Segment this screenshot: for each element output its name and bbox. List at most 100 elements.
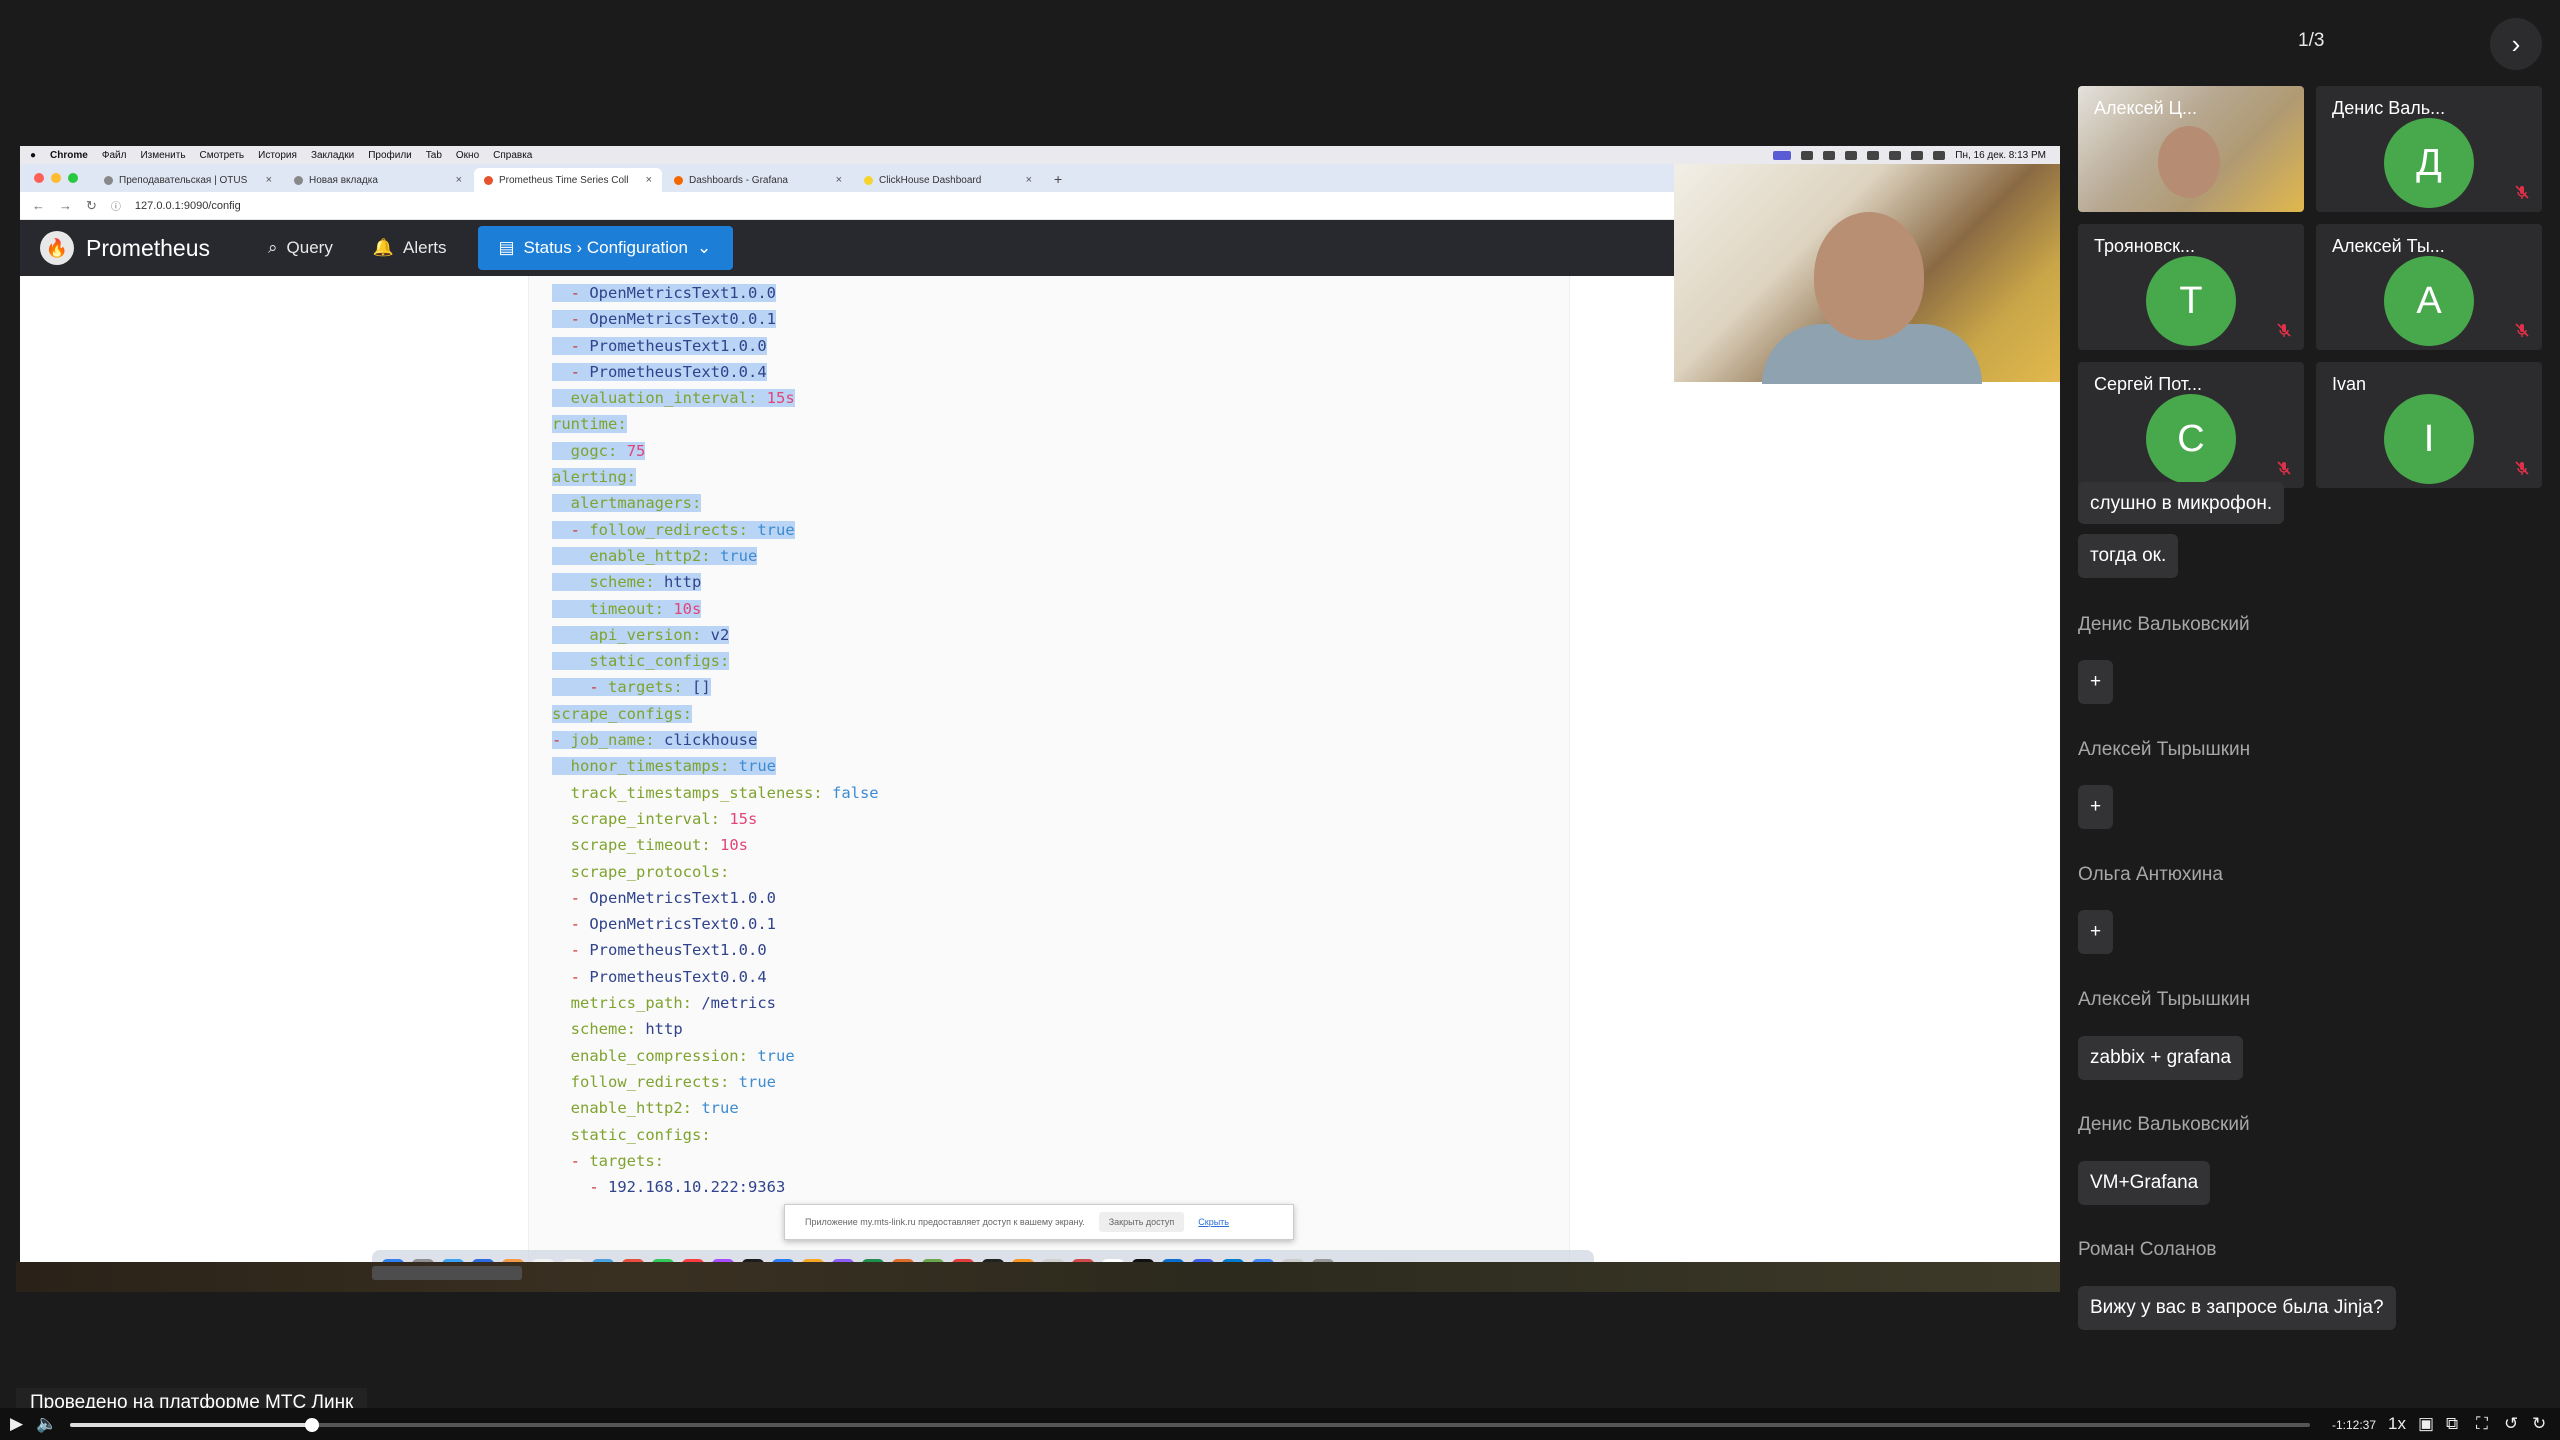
- rewind-icon[interactable]: ↺: [2504, 1414, 2518, 1434]
- config-line: - PrometheusText1.0.0: [552, 333, 879, 359]
- config-line: - OpenMetricsText0.0.1: [552, 306, 879, 332]
- chat-message: слушно в микрофон.: [2078, 482, 2285, 524]
- speed-button[interactable]: 1x: [2388, 1414, 2406, 1434]
- avatar: Д: [2384, 118, 2474, 208]
- pip-icon[interactable]: ▣: [2418, 1414, 2434, 1434]
- config-line: - PrometheusText1.0.0: [570, 941, 767, 960]
- progress-knob[interactable]: [304, 1418, 319, 1432]
- menu-item: Смотреть: [199, 149, 245, 161]
- mac-menu-bar: ● Chrome Файл Изменить Смотреть История …: [20, 146, 2060, 164]
- mic-muted-icon: [2515, 323, 2529, 337]
- close-tab-icon[interactable]: ×: [1026, 174, 1032, 186]
- config-line: follow_redirects: true: [570, 1072, 776, 1091]
- config-line: - targets: []: [552, 674, 879, 700]
- hide-notice-link[interactable]: Скрыть: [1198, 1217, 1229, 1227]
- chat-author: Алексей Тырышкин: [2078, 989, 2251, 1010]
- zoom-window-icon[interactable]: [68, 173, 78, 183]
- participant-tile[interactable]: Алексей Ты... А: [2316, 224, 2542, 350]
- url-field[interactable]: 127.0.0.1:9090/config: [135, 200, 241, 212]
- participant-name: Ivan: [2332, 374, 2367, 394]
- menu-item: Изменить: [140, 149, 186, 161]
- layout-icon[interactable]: ⧉: [2446, 1414, 2458, 1434]
- config-line: - OpenMetricsText1.0.0: [552, 280, 879, 306]
- avatar: А: [2384, 256, 2474, 346]
- config-line: - PrometheusText0.0.4: [552, 359, 879, 385]
- participant-tile[interactable]: Сергей Пот... С: [2078, 362, 2304, 488]
- participant-name: Трояновск...: [2094, 236, 2195, 256]
- browser-tab[interactable]: Преподавательская | OTUS ×: [94, 168, 282, 192]
- browser-tab[interactable]: Dashboards - Grafana ×: [664, 168, 852, 192]
- participant-tile[interactable]: Трояновск... Т: [2078, 224, 2304, 350]
- menu-item: Chrome: [50, 149, 88, 161]
- browser-tab[interactable]: ClickHouse Dashboard ×: [854, 168, 1042, 192]
- config-line: static_configs:: [552, 648, 879, 674]
- forward-icon[interactable]: →: [59, 198, 72, 213]
- fullscreen-icon[interactable]: ⛶: [2476, 1414, 2488, 1434]
- chat-author: Денис Вальковский: [2078, 614, 2250, 635]
- config-line: track_timestamps_staleness: false: [570, 783, 879, 802]
- config-line: - PrometheusText0.0.4: [570, 967, 767, 986]
- progress-bar[interactable]: [70, 1418, 2310, 1432]
- participant-tile[interactable]: Денис Валь... Д: [2316, 86, 2542, 212]
- status-icon: [1823, 150, 1836, 160]
- nav-query[interactable]: ⌕ Query: [268, 238, 333, 258]
- participant-face: [2158, 126, 2220, 198]
- participant-name: Денис Валь...: [2332, 98, 2446, 118]
- close-window-icon[interactable]: [34, 173, 44, 183]
- new-tab-button[interactable]: +: [1044, 171, 1072, 192]
- chevron-down-icon: ⌄: [696, 238, 712, 257]
- close-tab-icon[interactable]: ×: [836, 174, 842, 186]
- volume-icon[interactable]: 🔈: [36, 1414, 57, 1434]
- forward-icon[interactable]: ↻: [2532, 1414, 2546, 1434]
- notice-text: Приложение my.mts-link.ru предоставляет …: [805, 1217, 1085, 1227]
- browser-tab-active[interactable]: Prometheus Time Series Coll ×: [474, 168, 662, 192]
- participant-tile[interactable]: Ivan I: [2316, 362, 2542, 488]
- config-line: enable_http2: true: [552, 543, 879, 569]
- presenter-webcam: [1674, 164, 2060, 384]
- config-line: metrics_path: /metrics: [570, 994, 776, 1013]
- battery-icon: [1933, 150, 1946, 160]
- config-line: - OpenMetricsText1.0.0: [570, 888, 776, 907]
- config-line: scheme: http: [570, 1020, 683, 1039]
- browser-tab[interactable]: Новая вкладка ×: [284, 168, 472, 192]
- status-icon: [1845, 150, 1858, 160]
- stop-sharing-button[interactable]: Закрыть доступ: [1098, 1212, 1185, 1232]
- minimize-window-icon[interactable]: [51, 173, 61, 183]
- chat-author: Ольга Антюхина: [2078, 864, 2223, 885]
- nav-status-configuration[interactable]: ▤ Status › Configuration ⌄: [478, 226, 734, 270]
- nav-alerts[interactable]: 🔔 Alerts: [373, 238, 447, 258]
- search-icon: ⌕: [268, 238, 278, 257]
- reload-icon[interactable]: ↻: [86, 198, 97, 214]
- close-tab-icon[interactable]: ×: [456, 174, 462, 186]
- wifi-icon: [1911, 150, 1924, 160]
- page-indicator: 1/3: [2298, 30, 2325, 51]
- close-tab-icon[interactable]: ×: [266, 174, 272, 186]
- play-icon[interactable]: ▶: [10, 1414, 23, 1434]
- config-line: api_version: v2: [552, 622, 879, 648]
- site-info-icon[interactable]: ⓘ: [111, 198, 121, 213]
- chat-author: Денис Вальковский: [2078, 1114, 2250, 1135]
- desktop-background: [16, 1262, 2060, 1292]
- participant-tile[interactable]: Алексей Ц...: [2078, 86, 2304, 212]
- config-line: alertmanagers:: [552, 490, 879, 516]
- menu-status-icons: Пн, 16 дек. 8:13 PM: [1773, 150, 2060, 161]
- back-icon[interactable]: ←: [32, 198, 45, 213]
- participant-name: Алексей Ц...: [2094, 98, 2197, 118]
- favicon-icon: [294, 175, 303, 185]
- config-line: runtime:: [552, 415, 627, 434]
- clock: Пн, 16 дек. 8:13 PM: [1955, 149, 2046, 161]
- config-line: static_configs:: [570, 1125, 711, 1144]
- favicon-icon: [104, 175, 113, 185]
- config-line: gogc: 75: [552, 438, 879, 464]
- close-tab-icon[interactable]: ×: [646, 174, 652, 186]
- bell-icon: 🔔: [372, 238, 395, 257]
- chat-author: Роман Соланов: [2078, 1239, 2217, 1260]
- mic-muted-icon: [2277, 323, 2291, 337]
- avatar: I: [2384, 394, 2474, 484]
- next-page-button[interactable]: ›: [2490, 18, 2542, 70]
- prometheus-brand[interactable]: 🔥 Prometheus: [40, 231, 210, 265]
- chat-message: +: [2078, 785, 2114, 829]
- prometheus-favicon-icon: [484, 175, 493, 185]
- status-icon: [1867, 150, 1880, 160]
- chevron-right-icon: ›: [2511, 28, 2521, 59]
